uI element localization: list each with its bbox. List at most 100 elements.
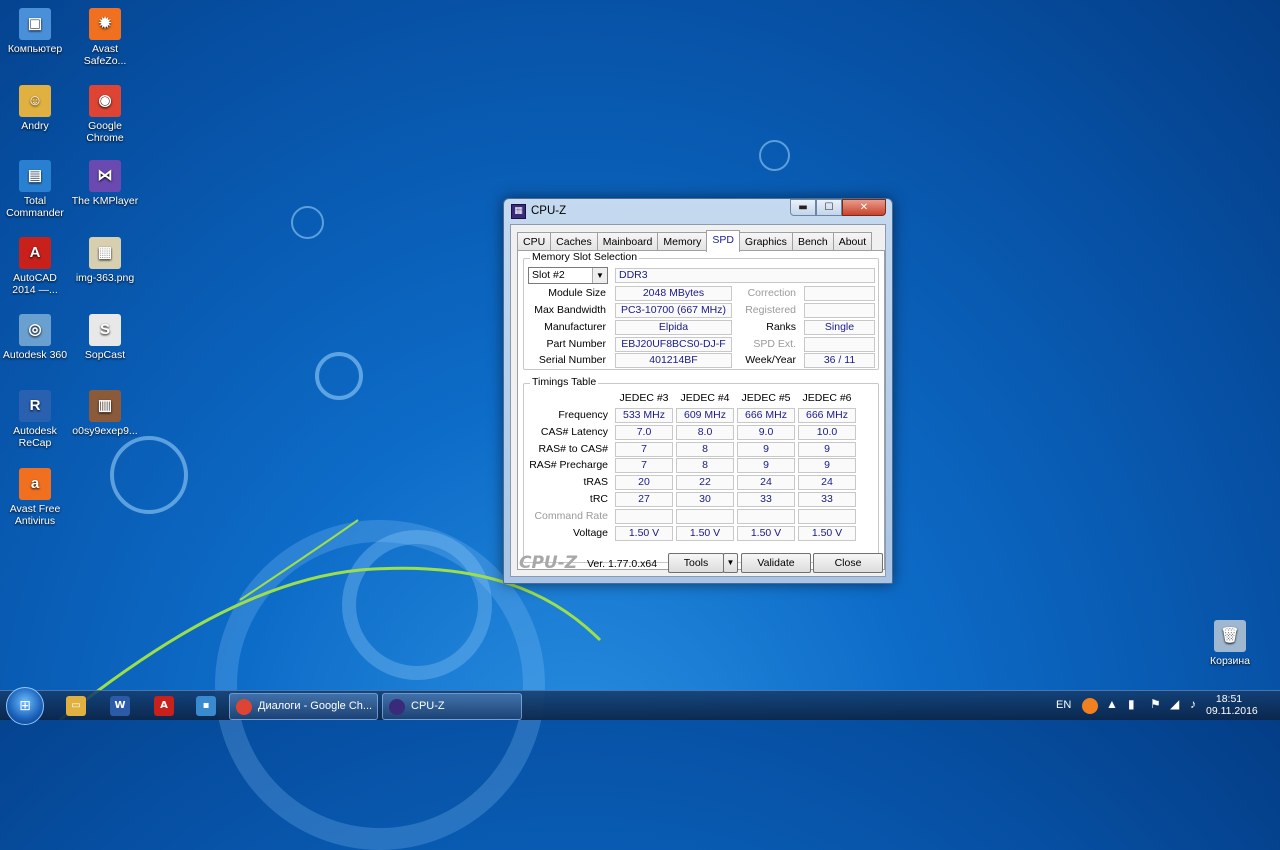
desktop-icon[interactable]: A AutoCAD 2014 —... xyxy=(0,237,70,296)
tab-bench[interactable]: Bench xyxy=(791,232,834,251)
validate-button[interactable]: Validate xyxy=(741,553,811,573)
timings-cell xyxy=(615,508,673,524)
timings-cell: 666 MHz xyxy=(798,408,856,423)
desktop-icon[interactable]: ▥ o0sy9exep9... xyxy=(70,390,140,437)
start-button[interactable]: ⊞ xyxy=(6,687,44,725)
desktop-icon[interactable]: ◉ Google Chrome xyxy=(70,85,140,144)
window-title: CPU-Z xyxy=(531,205,567,217)
timings-cell: 30 xyxy=(676,492,734,507)
module-size-label: Module Size xyxy=(548,287,606,299)
desktop-icon-image: A xyxy=(19,237,51,269)
taskbar-task-button[interactable]: CPU-Z xyxy=(382,693,522,720)
tab-cpu[interactable]: CPU xyxy=(517,232,552,251)
desktop-icon-label: AutoCAD 2014 —... xyxy=(12,272,58,296)
tab-graphics[interactable]: Graphics xyxy=(738,232,793,251)
desktop-icon[interactable]: ☺ Andry xyxy=(0,85,70,132)
manufacturer-label: Manufacturer xyxy=(544,321,606,333)
timings-cell: 9 xyxy=(737,441,795,457)
desktop-icon[interactable]: ◎ Autodesk 360 xyxy=(0,314,70,361)
timings-cell: 533 MHz xyxy=(615,408,673,423)
desktop-icon-label: o0sy9exep9... xyxy=(72,425,138,437)
tab-strip: CPU Caches Mainboard Memory SPD Graphics Bench… xyxy=(517,230,873,252)
spd-panel: Memory Slot Selection Slot #2 ▼ DDR3 Mod… xyxy=(517,250,885,570)
timings-cell: 22 xyxy=(676,475,734,491)
taskbar-task-button[interactable]: Диалоги - Google Ch... xyxy=(229,693,378,720)
spd-ext-label: SPD Ext. xyxy=(753,338,796,350)
timings-table-legend: Timings Table xyxy=(530,376,599,388)
word-icon[interactable]: W xyxy=(110,696,130,716)
tab-mainboard[interactable]: Mainboard xyxy=(596,232,659,251)
desktop-icon[interactable]: S SopCast xyxy=(70,314,140,361)
timings-column-header: JEDEC #5 xyxy=(741,392,791,404)
close-window-button[interactable]: ✕ xyxy=(842,199,886,216)
desktop-icon-image: ▥ xyxy=(89,390,121,422)
close-button[interactable]: Close xyxy=(813,553,883,573)
desktop-icon[interactable]: ▦ img-363.png xyxy=(70,237,140,284)
cpu-z-icon: ▦ xyxy=(511,204,526,219)
ranks-label: Ranks xyxy=(766,321,796,333)
clock[interactable]: 18:51 09.11.2016 xyxy=(1206,693,1258,717)
timings-row-label: Frequency xyxy=(558,409,608,421)
serial-number-field: 401214BF xyxy=(615,353,732,368)
timings-cell xyxy=(737,508,795,524)
desktop-icon-image: 🗑 xyxy=(1214,620,1246,652)
desktop-icon-label: Total Commander xyxy=(6,195,64,219)
desktop-icon[interactable]: ✹ Avast SafeZo... xyxy=(70,8,140,67)
clock-date: 09.11.2016 xyxy=(1206,705,1258,717)
desktop-icon[interactable]: a Avast Free Antivirus xyxy=(0,468,70,527)
timings-cell: 7.0 xyxy=(615,424,673,440)
taskbar: ⊞ ▭ W A ▪ Диалоги - Google Ch... CPU-Z EN ▲ … xyxy=(0,687,1280,725)
window-client: CPU Caches Mainboard Memory SPD Graphics Bench… xyxy=(510,224,886,577)
timings-cell: 666 MHz xyxy=(737,408,795,423)
tab-spd[interactable]: SPD xyxy=(706,230,740,252)
tools-dropdown-icon[interactable]: ▼ xyxy=(723,553,738,573)
desktop-icon-image: ☺ xyxy=(19,85,51,117)
tab-caches[interactable]: Caches xyxy=(550,232,598,251)
language-indicator[interactable]: EN xyxy=(1056,699,1071,711)
timings-row-label: tRC xyxy=(589,493,608,505)
manufacturer-field: Elpida xyxy=(615,320,732,335)
avast-tray-icon[interactable] xyxy=(1082,698,1098,714)
desktop-icon-image: ◉ xyxy=(89,85,121,117)
timings-cell: 24 xyxy=(737,475,795,491)
max-bandwidth-label: Max Bandwidth xyxy=(534,304,606,316)
desktop-icon-label: Google Chrome xyxy=(86,120,124,144)
autocad-icon[interactable]: A xyxy=(154,696,174,716)
memory-type-field: DDR3 xyxy=(615,268,875,283)
ranks-field: Single xyxy=(804,320,875,335)
slot-select-value: Slot #2 xyxy=(532,269,565,281)
desktop-icon[interactable]: 🗑 Корзина xyxy=(1195,620,1265,667)
network-status-icon[interactable]: ◢ xyxy=(1170,697,1179,711)
maximize-button[interactable]: ☐ xyxy=(816,199,842,216)
timings-cell: 609 MHz xyxy=(676,408,734,423)
desktop-icon[interactable]: ▤ Total Commander xyxy=(0,160,70,219)
network-icon[interactable]: ▮ xyxy=(1128,697,1135,711)
desktop-icon-label: SopCast xyxy=(84,349,126,361)
desktop-icon[interactable]: ▣ Компьютер xyxy=(0,8,70,55)
volume-icon[interactable]: ♪ xyxy=(1190,697,1196,711)
app-icon[interactable]: ▪ xyxy=(196,696,216,716)
show-hidden-icons-icon[interactable]: ▲ xyxy=(1106,697,1118,711)
version-label: Ver. 1.77.0.x64 xyxy=(587,558,658,570)
timings-cell: 20 xyxy=(615,475,673,491)
week-year-field: 36 / 11 xyxy=(804,353,875,368)
explorer-icon[interactable]: ▭ xyxy=(66,696,86,716)
tools-button[interactable]: Tools xyxy=(668,553,724,573)
registered-label: Registered xyxy=(745,304,796,316)
title-bar[interactable]: ▦ CPU-Z ▬ ☐ ✕ xyxy=(504,199,892,223)
timings-cell: 9 xyxy=(737,458,795,474)
tab-memory[interactable]: Memory xyxy=(657,232,708,251)
correction-label: Correction xyxy=(747,287,796,299)
desktop-icon[interactable]: R Autodesk ReCap xyxy=(0,390,70,449)
timings-row-label: CAS# Latency xyxy=(540,425,608,438)
slot-select[interactable]: Slot #2 ▼ xyxy=(528,267,608,284)
timings-cell: 8.0 xyxy=(676,424,734,440)
flag-icon[interactable]: ⚑ xyxy=(1150,697,1161,711)
chevron-down-icon[interactable]: ▼ xyxy=(592,268,607,283)
tab-about[interactable]: About xyxy=(832,232,873,251)
desktop-icon[interactable]: ⋈ The KMPlayer xyxy=(70,160,140,207)
timings-cell: 7 xyxy=(615,441,673,457)
desktop-icon-label: Andry xyxy=(21,120,49,132)
minimize-button[interactable]: ▬ xyxy=(790,199,816,216)
timings-row-label: Command Rate xyxy=(534,509,608,522)
